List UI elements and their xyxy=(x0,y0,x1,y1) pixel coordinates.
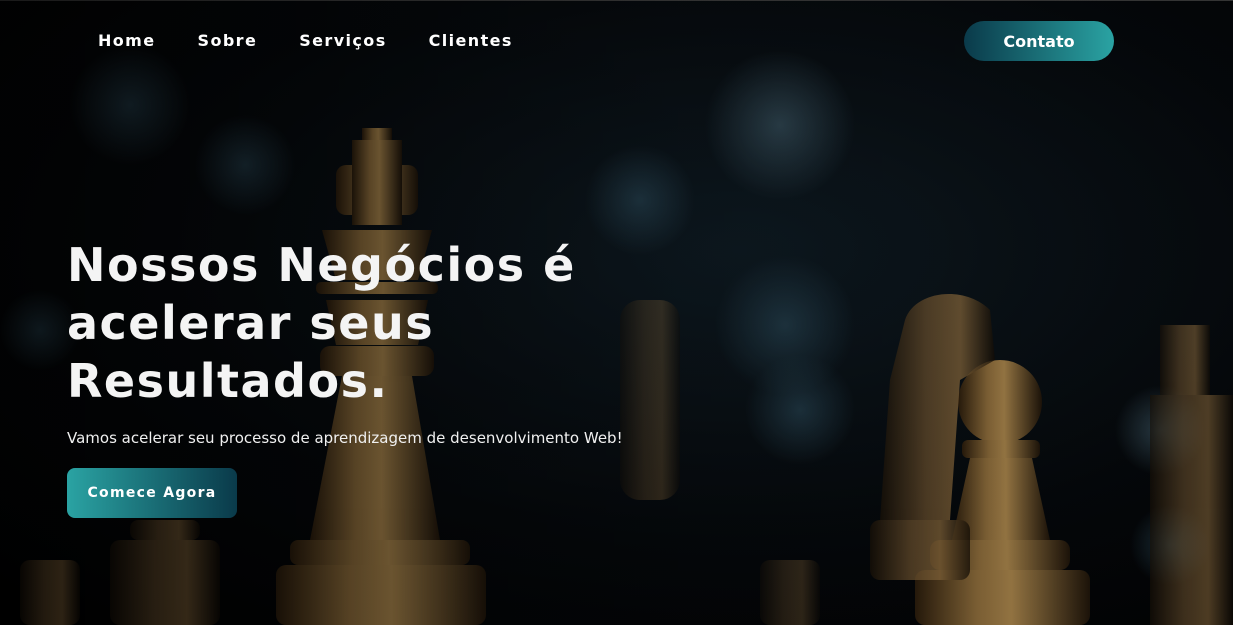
main-nav: Home Sobre Serviços Clientes xyxy=(98,30,555,52)
contact-button[interactable]: Contato xyxy=(964,21,1114,61)
hero-section: Home Sobre Serviços Clientes Contato Nos… xyxy=(0,0,1233,625)
nav-item-servicos[interactable]: Serviços xyxy=(299,30,386,52)
nav-item-clientes[interactable]: Clientes xyxy=(429,30,513,52)
nav-item-home[interactable]: Home xyxy=(98,30,156,52)
nav-item-sobre[interactable]: Sobre xyxy=(198,30,258,52)
hero-subtitle: Vamos acelerar seu processo de aprendiza… xyxy=(67,429,623,447)
hero-headline: Nossos Negócios é acelerar seus Resultad… xyxy=(67,238,576,408)
start-now-button[interactable]: Comece Agora xyxy=(67,468,237,518)
